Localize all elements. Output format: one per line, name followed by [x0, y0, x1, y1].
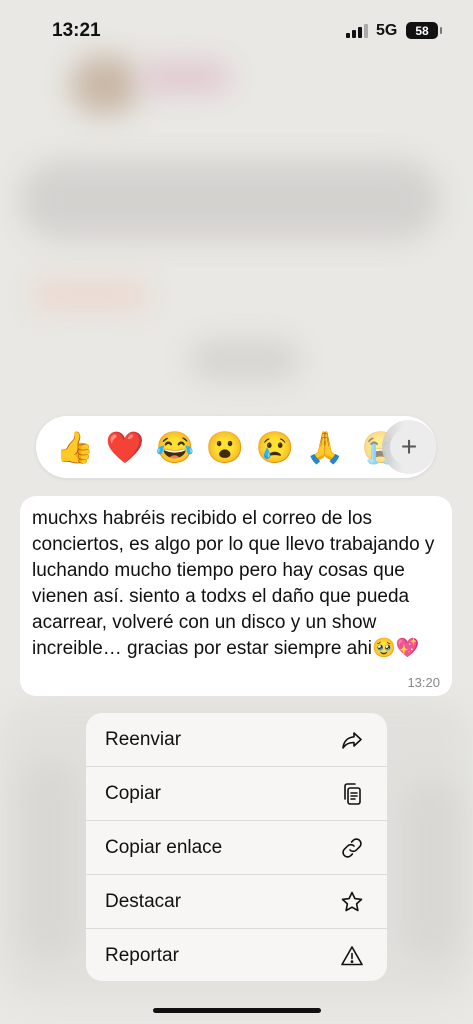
blurred-reactions [30, 280, 150, 310]
share-arrow-icon [339, 727, 365, 753]
reaction-surprised[interactable]: 😮 [200, 422, 250, 472]
blurred-date-label [190, 340, 300, 380]
menu-item-forward[interactable]: Reenviar [86, 713, 387, 767]
menu-item-star[interactable]: Destacar [86, 875, 387, 929]
blurred-right-content [400, 780, 460, 960]
menu-item-label: Destacar [105, 890, 182, 912]
message-bubble[interactable]: muchxs habréis recibido el correo de los… [20, 496, 452, 696]
menu-item-label: Copiar [105, 782, 161, 804]
menu-item-label: Copiar enlace [105, 836, 223, 858]
more-reactions-button[interactable]: + [382, 420, 436, 474]
link-icon [339, 835, 365, 861]
home-indicator[interactable] [153, 1008, 321, 1013]
menu-item-label: Reenviar [105, 728, 182, 750]
menu-item-copy[interactable]: Copiar [86, 767, 387, 821]
blurred-message [20, 160, 440, 240]
message-timestamp: 13:20 [407, 675, 440, 690]
star-icon [339, 889, 365, 915]
message-text: muchxs habréis recibido el correo de los… [32, 508, 435, 659]
menu-item-label: Reportar [105, 945, 179, 966]
reaction-pray[interactable]: 🙏 [300, 422, 350, 472]
battery-icon: 58 [406, 22, 442, 39]
reaction-sad[interactable]: 😢 [250, 422, 300, 472]
blurred-left-content [20, 760, 80, 960]
plus-icon: + [390, 428, 428, 466]
status-time: 13:21 [52, 20, 101, 41]
context-menu: Reenviar Copiar Copiar enlace Destacar R… [86, 713, 387, 981]
warning-icon [339, 943, 365, 969]
reaction-bar: 👍 ❤️ 😂 😮 😢 🙏 😭 + [36, 416, 436, 478]
reaction-laughing[interactable]: 😂 [150, 422, 200, 472]
copy-icon [339, 781, 365, 807]
menu-item-report[interactable]: Reportar [86, 929, 387, 981]
blurred-avatar [70, 55, 140, 115]
network-type: 5G [376, 22, 398, 39]
reaction-heart[interactable]: ❤️ [100, 422, 150, 472]
signal-icon [346, 24, 368, 38]
battery-level: 58 [415, 23, 429, 38]
blurred-contact-name [140, 62, 230, 92]
menu-item-copy-link[interactable]: Copiar enlace [86, 821, 387, 875]
reaction-thumbs-up[interactable]: 👍 [50, 422, 100, 472]
